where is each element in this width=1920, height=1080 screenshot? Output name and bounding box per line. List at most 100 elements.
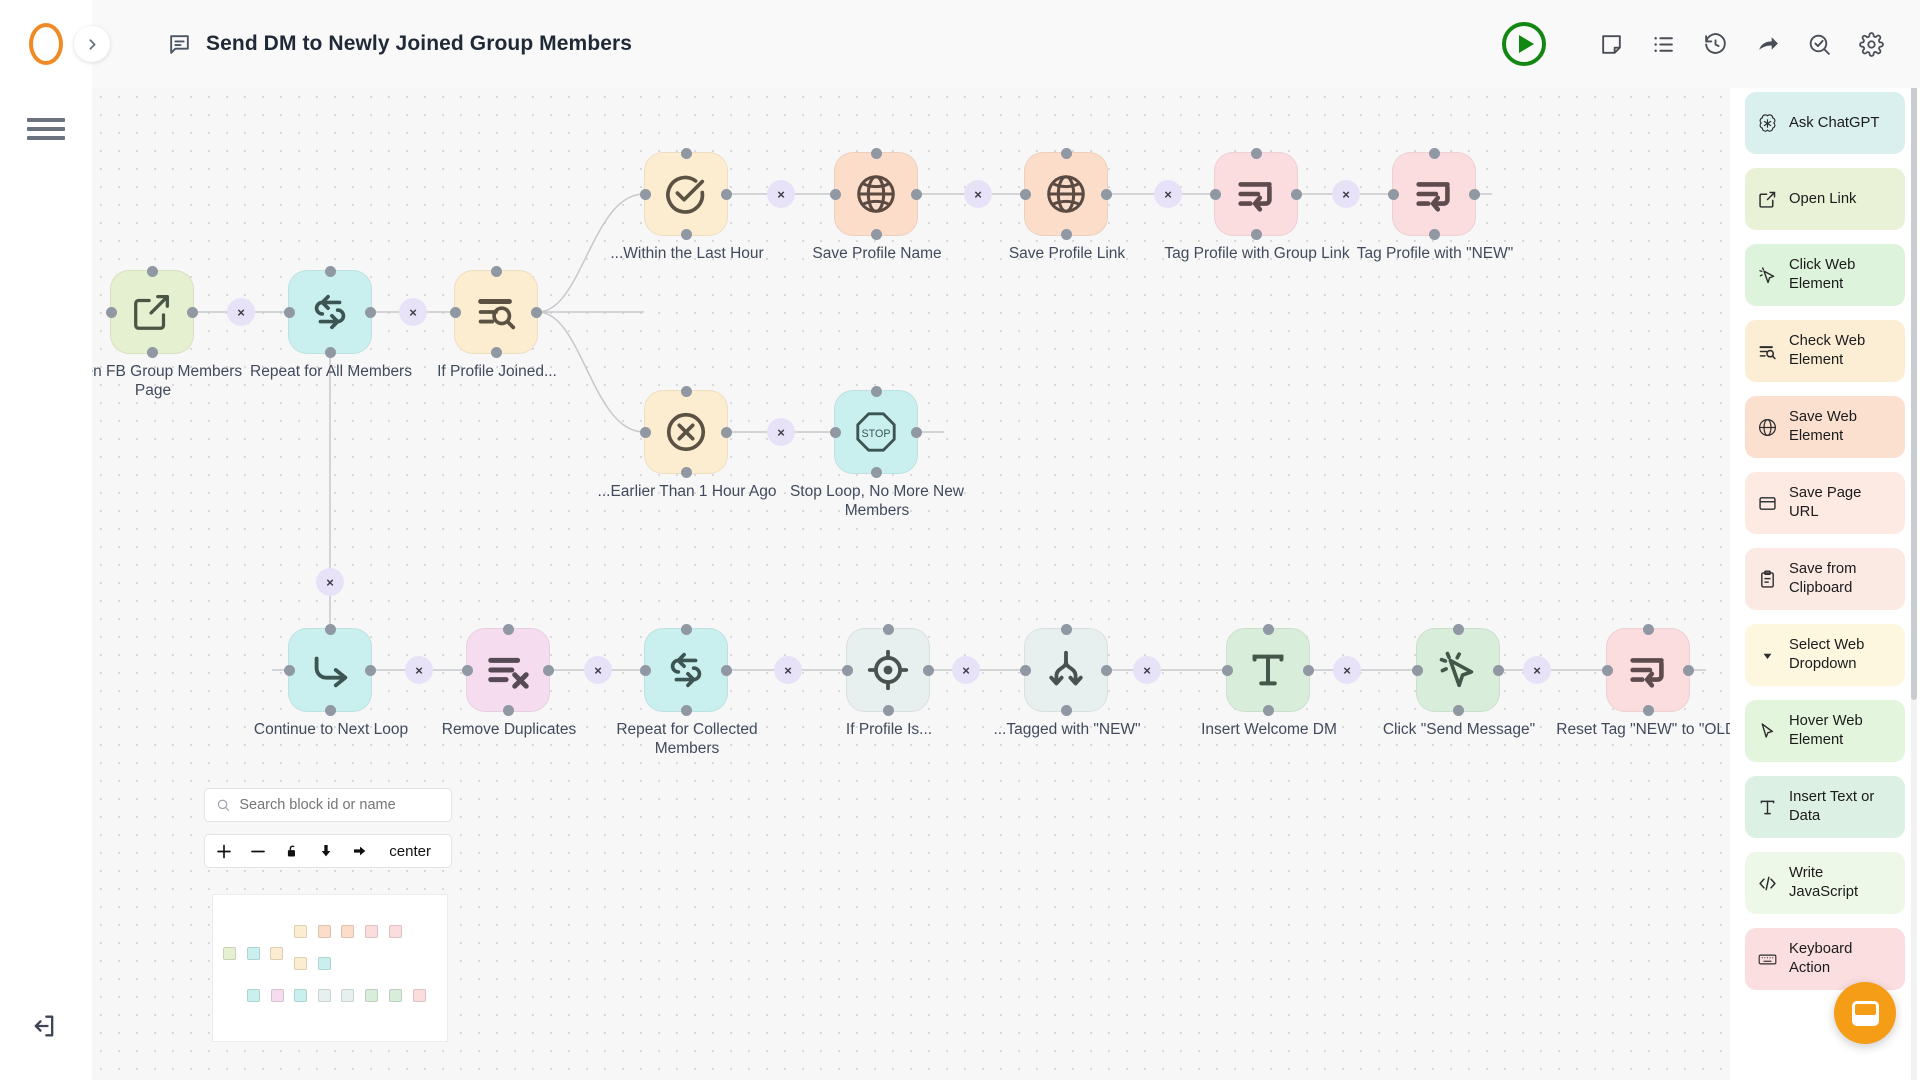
- panel-scrollbar[interactable]: [1911, 80, 1917, 700]
- zoom-in-button[interactable]: [215, 842, 233, 860]
- connector-delete-button[interactable]: ×: [1523, 656, 1551, 684]
- search-input[interactable]: [239, 797, 440, 813]
- node-port-right[interactable]: [543, 665, 554, 676]
- node-port-left[interactable]: [462, 665, 473, 676]
- block-save-page-url[interactable]: Save Page URL: [1745, 472, 1905, 534]
- align-right-button[interactable]: [351, 842, 369, 860]
- node-repeat-for-all-members[interactable]: Repeat for All Members: [250, 266, 412, 380]
- node-port-top[interactable]: [503, 624, 514, 635]
- connector-delete-button[interactable]: ×: [952, 656, 980, 684]
- node-stop-loop-no-more-new-members[interactable]: STOP Stop Loop, No More New Members: [790, 386, 964, 519]
- node-port-top[interactable]: [1643, 624, 1654, 635]
- block-hover-web-element[interactable]: Hover Web Element: [1745, 700, 1905, 762]
- connector-delete-button[interactable]: ×: [964, 180, 992, 208]
- node-port-right[interactable]: [365, 307, 376, 318]
- node-port-right[interactable]: [911, 427, 922, 438]
- node-port-right[interactable]: [721, 189, 732, 200]
- lock-button[interactable]: [283, 842, 301, 860]
- node-port-right[interactable]: [911, 189, 922, 200]
- node-port-top[interactable]: [1429, 148, 1440, 159]
- node-port-top[interactable]: [681, 386, 692, 397]
- list-button[interactable]: [1648, 29, 1678, 59]
- node-port-left[interactable]: [106, 307, 117, 318]
- connector-delete-button[interactable]: ×: [767, 418, 795, 446]
- node-port-bottom[interactable]: [1453, 705, 1464, 716]
- connector-delete-button[interactable]: ×: [399, 298, 427, 326]
- node-insert-welcome-dm[interactable]: Insert Welcome DM: [1201, 624, 1337, 738]
- block-save-web-element[interactable]: Save Web Element: [1745, 396, 1905, 458]
- node-continue-to-next-loop[interactable]: Continue to Next Loop: [254, 624, 408, 738]
- notes-button[interactable]: [1596, 29, 1626, 59]
- node-port-top[interactable]: [1061, 148, 1072, 159]
- connector-delete-button[interactable]: ×: [1333, 656, 1361, 684]
- node-port-right[interactable]: [365, 665, 376, 676]
- node-port-left[interactable]: [1412, 665, 1423, 676]
- search-block-box[interactable]: [204, 788, 452, 822]
- connector-delete-button[interactable]: ×: [227, 298, 255, 326]
- node-within-the-last-hour[interactable]: ...Within the Last Hour: [610, 148, 764, 262]
- node-port-right[interactable]: [1493, 665, 1504, 676]
- node-port-right[interactable]: [531, 307, 542, 318]
- run-workflow-button[interactable]: [1502, 22, 1546, 66]
- node-port-left[interactable]: [284, 307, 295, 318]
- node-port-left[interactable]: [842, 665, 853, 676]
- block-save-from-clipboard[interactable]: Save from Clipboard: [1745, 548, 1905, 610]
- node-port-bottom[interactable]: [681, 467, 692, 478]
- validate-button[interactable]: [1804, 29, 1834, 59]
- node-save-profile-link[interactable]: Save Profile Link: [1009, 148, 1125, 262]
- node-port-right[interactable]: [1291, 189, 1302, 200]
- connector-delete-button[interactable]: ×: [316, 568, 344, 596]
- node-port-bottom[interactable]: [1251, 229, 1262, 240]
- node-port-top[interactable]: [681, 624, 692, 635]
- node-port-bottom[interactable]: [883, 705, 894, 716]
- node-port-left[interactable]: [284, 665, 295, 676]
- node-port-top[interactable]: [681, 148, 692, 159]
- node-port-right[interactable]: [1683, 665, 1694, 676]
- node-port-right[interactable]: [721, 665, 732, 676]
- node-port-bottom[interactable]: [1429, 229, 1440, 240]
- node-port-top[interactable]: [1453, 624, 1464, 635]
- node-repeat-for-collected-members[interactable]: Repeat for Collected Members: [616, 624, 758, 757]
- connector-delete-button[interactable]: ×: [1133, 656, 1161, 684]
- connector-delete-button[interactable]: ×: [1332, 180, 1360, 208]
- node-earlier-than-1-hour-ago[interactable]: ...Earlier Than 1 Hour Ago: [598, 386, 776, 500]
- node-port-bottom[interactable]: [871, 229, 882, 240]
- node-port-bottom[interactable]: [681, 229, 692, 240]
- node-port-left[interactable]: [640, 427, 651, 438]
- node-open-fb-group-members-page[interactable]: Open FB Group Members Page: [92, 266, 242, 399]
- node-port-left[interactable]: [1020, 189, 1031, 200]
- node-port-left[interactable]: [830, 189, 841, 200]
- node-port-bottom[interactable]: [1263, 705, 1274, 716]
- connector-delete-button[interactable]: ×: [774, 656, 802, 684]
- node-port-bottom[interactable]: [1061, 705, 1072, 716]
- zoom-out-button[interactable]: [249, 842, 267, 860]
- brand-o-logo-icon[interactable]: [29, 23, 63, 65]
- node-port-left[interactable]: [1020, 665, 1031, 676]
- node-port-right[interactable]: [1101, 189, 1112, 200]
- minimap[interactable]: [212, 894, 448, 1042]
- block-ask-chatgpt[interactable]: Ask ChatGPT: [1745, 92, 1905, 154]
- chat-widget-button[interactable]: [1834, 982, 1896, 1044]
- hamburger-menu-icon[interactable]: [27, 118, 65, 140]
- node-click-send-message[interactable]: Click "Send Message": [1383, 624, 1535, 738]
- node-port-right[interactable]: [923, 665, 934, 676]
- node-port-top[interactable]: [491, 266, 502, 277]
- settings-button[interactable]: [1856, 29, 1886, 59]
- node-port-left[interactable]: [640, 665, 651, 676]
- node-port-top[interactable]: [883, 624, 894, 635]
- node-port-top[interactable]: [871, 148, 882, 159]
- align-down-button[interactable]: [317, 842, 335, 860]
- connector-delete-button[interactable]: ×: [405, 656, 433, 684]
- node-tagged-with-new[interactable]: ...Tagged with "NEW": [993, 624, 1141, 738]
- block-insert-text-or-data[interactable]: Insert Text or Data: [1745, 776, 1905, 838]
- node-if-profile-joined[interactable]: If Profile Joined...: [437, 266, 557, 380]
- expand-sidebar-button[interactable]: [74, 26, 110, 62]
- block-click-web-element[interactable]: Click Web Element: [1745, 244, 1905, 306]
- node-port-bottom[interactable]: [681, 705, 692, 716]
- node-port-right[interactable]: [1303, 665, 1314, 676]
- node-reset-tag-new-to-old[interactable]: Reset Tag "NEW" to "OLD": [1556, 624, 1730, 738]
- node-port-bottom[interactable]: [325, 347, 336, 358]
- center-button[interactable]: center: [389, 843, 431, 860]
- workflow-canvas[interactable]: Open FB Group Members Page Repeat for Al…: [92, 70, 1730, 1080]
- node-port-bottom[interactable]: [1061, 229, 1072, 240]
